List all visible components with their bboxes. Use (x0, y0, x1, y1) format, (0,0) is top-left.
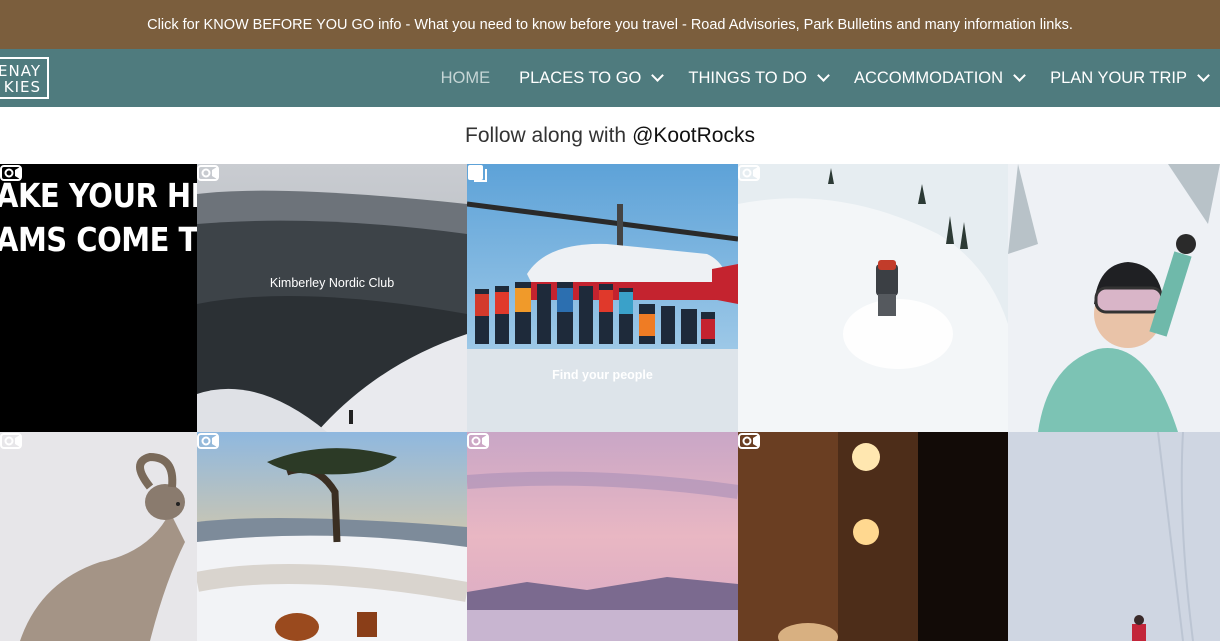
promo-line-2: AMS COME TRUE. (0, 220, 197, 260)
nav-item-label: PLAN YOUR TRIP (1050, 68, 1187, 87)
instagram-post-heli-group[interactable]: Find your people (467, 164, 738, 432)
pink-sunset-photo (467, 432, 738, 641)
site-logo[interactable]: ENAY KIES (0, 57, 49, 99)
sunset-tree-dog-photo (197, 432, 467, 641)
instagram-handle-link[interactable]: @KootRocks (632, 124, 755, 148)
nav-item-accommodation[interactable]: ACCOMMODATION (853, 49, 1026, 107)
instagram-post-heli-promo[interactable]: AKE YOUR HELI AMS COME TRUE. (0, 164, 197, 432)
logo-line-2: KIES (3, 78, 41, 96)
video-camera-icon (738, 165, 760, 181)
know-before-you-go-banner[interactable]: Click for KNOW BEFORE YOU GO info - What… (0, 0, 1220, 49)
powder-ski-photo (738, 164, 1008, 432)
snow-selfie-photo (1008, 164, 1220, 432)
instagram-post-powder-skier[interactable] (738, 164, 1008, 432)
follow-heading: Follow along with @KootRocks (0, 107, 1220, 164)
helicopter-group-photo (467, 164, 738, 432)
chevron-down-icon (817, 69, 830, 82)
chevron-down-icon (1197, 69, 1210, 82)
video-camera-icon (197, 433, 219, 449)
instagram-post-snow-selfie[interactable] (1008, 164, 1220, 432)
instagram-post-kimberley-nordic[interactable]: Kimberley Nordic Club (197, 164, 467, 432)
video-camera-icon (0, 165, 22, 181)
nav-item-home[interactable]: HOME (441, 49, 491, 107)
chevron-down-icon (651, 69, 665, 82)
video-camera-icon (0, 433, 22, 449)
instagram-post-bighorn-sheep[interactable] (0, 432, 197, 641)
promo-line-1: AKE YOUR HELI (0, 176, 197, 216)
nav-menu: HOME PLACES TO GO THINGS TO DO ACCOMMODA… (441, 49, 1210, 107)
instagram-post-warm-interior[interactable] (738, 432, 1008, 641)
carousel-icon (468, 165, 487, 182)
instagram-post-tree-dog[interactable] (197, 432, 467, 641)
instagram-post-snow-slope[interactable] (1008, 432, 1220, 641)
post-caption: Kimberley Nordic Club (269, 276, 395, 290)
forest-photo (197, 164, 467, 432)
video-camera-icon (197, 165, 219, 181)
video-camera-icon (738, 433, 760, 449)
nav-item-label: THINGS TO DO (688, 68, 807, 87)
main-navigation: ENAY KIES HOME PLACES TO GO THINGS TO DO… (0, 49, 1220, 107)
interior-lights-photo (738, 432, 1008, 641)
nav-item-label: PLACES TO GO (519, 68, 642, 87)
logo-line-1: ENAY (0, 62, 41, 80)
snow-slope-photo (1008, 432, 1220, 641)
chevron-down-icon (1013, 69, 1026, 82)
post-caption: Find your people (552, 368, 653, 382)
follow-prefix: Follow along with (465, 123, 627, 147)
instagram-post-pink-sunset[interactable] (467, 432, 738, 641)
nav-item-things-to-do[interactable]: THINGS TO DO (688, 49, 830, 107)
nav-item-label: ACCOMMODATION (853, 68, 1004, 87)
bighorn-sheep-photo (0, 432, 197, 641)
nav-item-plan-your-trip[interactable]: PLAN YOUR TRIP (1050, 49, 1210, 107)
nav-item-label: HOME (440, 68, 491, 87)
banner-text: Click for KNOW BEFORE YOU GO info - What… (147, 16, 1073, 33)
nav-item-places-to-go[interactable]: PLACES TO GO (519, 49, 665, 107)
video-camera-icon (467, 433, 489, 449)
